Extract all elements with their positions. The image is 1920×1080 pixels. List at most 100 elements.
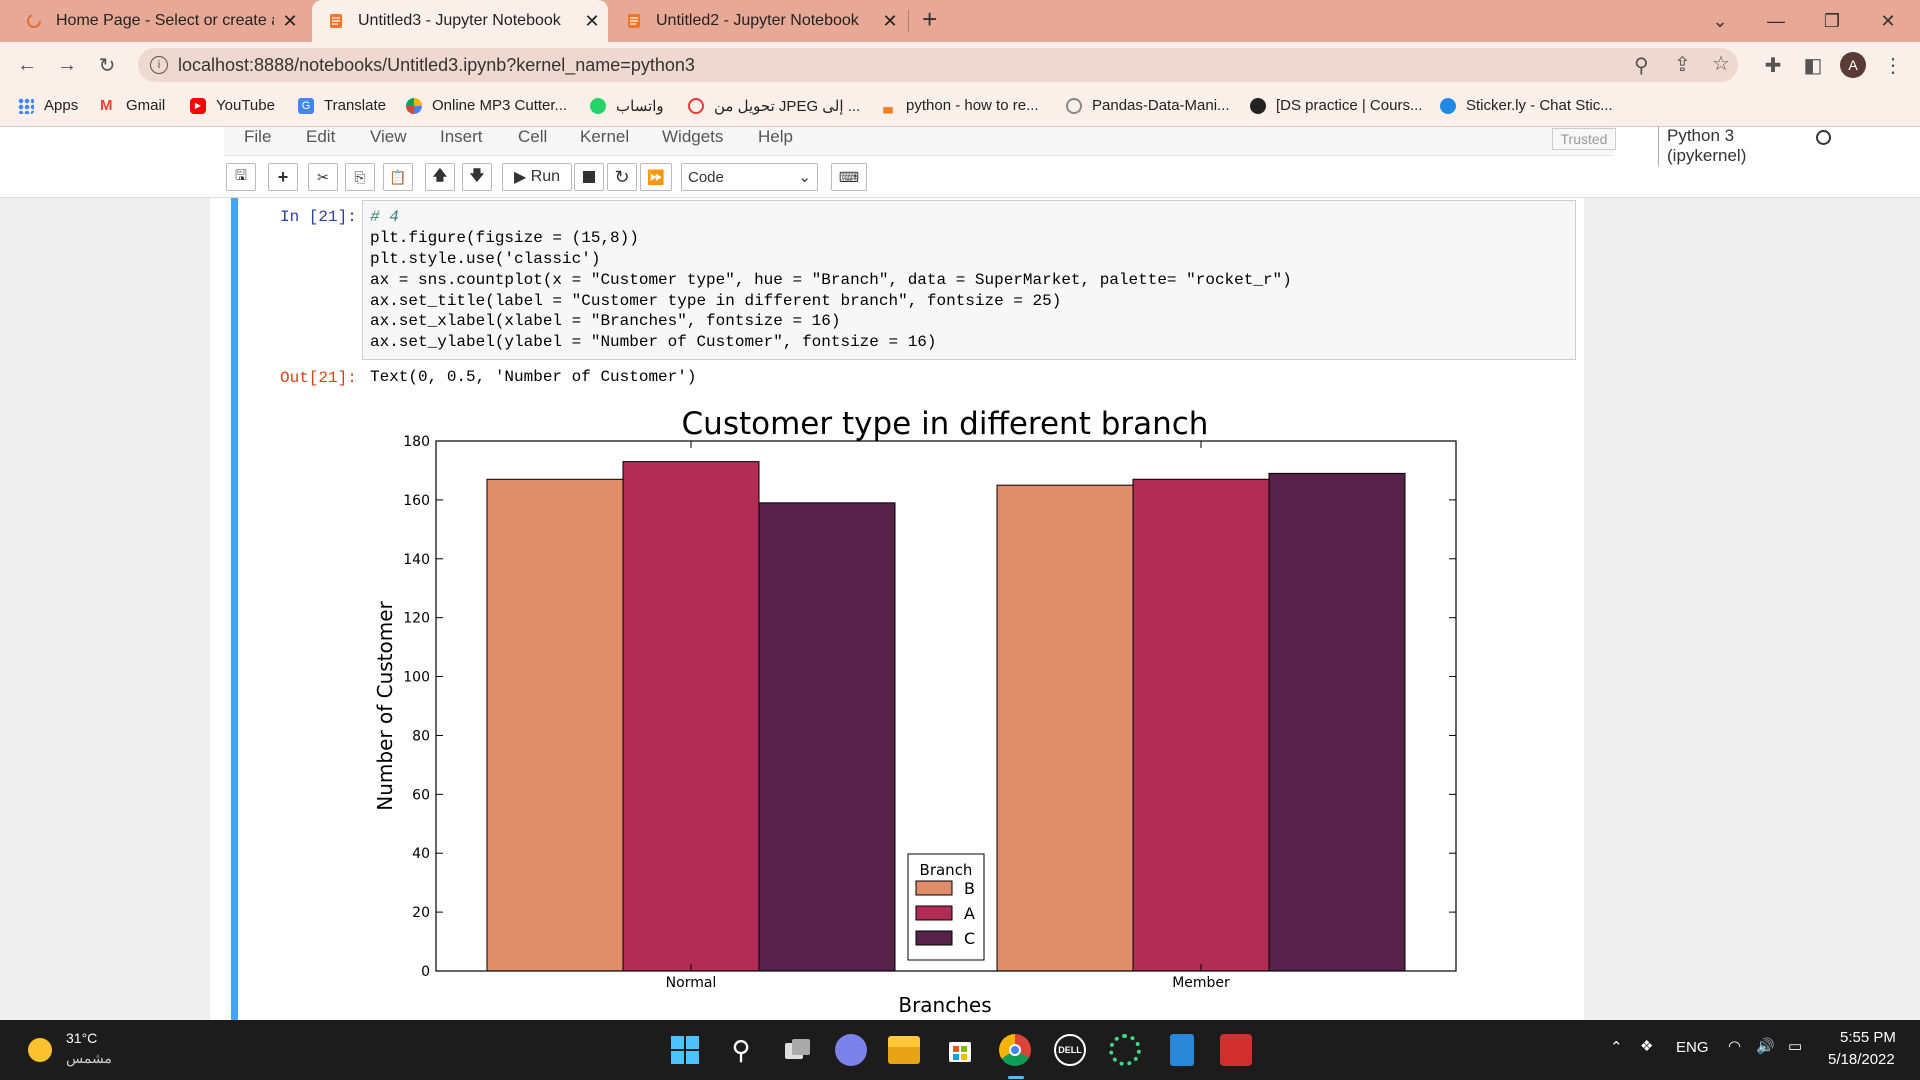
teams-chat-icon[interactable]	[835, 1034, 867, 1066]
trusted-badge[interactable]: Trusted	[1552, 128, 1616, 150]
bookmark-pandas[interactable]: Pandas-Data-Mani...	[1066, 97, 1230, 114]
bookmark-python[interactable]: python - how to re...	[880, 97, 1039, 114]
file-explorer-icon[interactable]	[888, 1036, 920, 1064]
menu-kebab-icon[interactable]: ⋮	[1878, 50, 1908, 80]
bar-normal-c	[758, 502, 896, 972]
menu-cell[interactable]: Cell	[518, 127, 547, 147]
y-tick-label: 160	[403, 493, 430, 509]
x-tick-label: Member	[1172, 975, 1230, 991]
tab-search-icon[interactable]: ⌄	[1700, 6, 1740, 36]
interrupt-button[interactable]	[574, 163, 604, 191]
extensions-icon[interactable]: ✚	[1758, 50, 1788, 80]
tab-home-page[interactable]: Home Page - Select or create a n ✕	[10, 0, 306, 42]
legend-label: A	[964, 904, 975, 923]
reload-icon[interactable]: ↻	[92, 50, 122, 80]
bookmark-label: Gmail	[126, 97, 166, 114]
avatar[interactable]: A	[1840, 52, 1866, 78]
bookmark-jpeg-convert[interactable]: تحويل من JPEG إلى ...	[688, 97, 860, 115]
dell-icon[interactable]: DELL	[1054, 1034, 1086, 1066]
cell-type-select[interactable]: Code ⌄	[681, 163, 818, 191]
menu-help[interactable]: Help	[758, 127, 793, 147]
tab-title: Home Page - Select or create a n	[56, 12, 274, 29]
back-icon[interactable]: ←	[12, 50, 42, 80]
clock-time[interactable]: 5:55 PM	[1840, 1029, 1896, 1046]
zoom-icon[interactable]: ⚲	[1634, 53, 1649, 78]
task-view-icon[interactable]	[781, 1034, 813, 1066]
minimize-icon[interactable]: —	[1756, 6, 1796, 36]
menu-insert[interactable]: Insert	[440, 127, 483, 147]
search-icon[interactable]: ⚲	[725, 1034, 757, 1066]
cut-button[interactable]: ✂	[308, 163, 338, 191]
code-line: # 4	[370, 208, 399, 226]
new-tab-button[interactable]: +	[922, 4, 937, 35]
notepad-icon[interactable]	[1170, 1034, 1194, 1066]
restart-button[interactable]: ↻	[607, 163, 637, 191]
restore-icon[interactable]: ❐	[1812, 6, 1852, 36]
command-palette-button[interactable]: ⌨	[831, 163, 867, 191]
address-bar[interactable]: i localhost:8888/notebooks/Untitled3.ipy…	[138, 48, 1738, 82]
weather-desc[interactable]: مشمس	[66, 1050, 112, 1067]
menu-file[interactable]: File	[244, 127, 271, 147]
paste-button[interactable]: 📋	[383, 163, 413, 191]
apps-grid-icon	[18, 97, 34, 114]
menu-edit[interactable]: Edit	[306, 127, 335, 147]
weather-temp[interactable]: 31°C	[66, 1030, 97, 1046]
bookmark-label: تحويل من JPEG إلى ...	[714, 98, 861, 115]
menu-widgets[interactable]: Widgets	[662, 127, 723, 147]
run-label: Run	[530, 168, 561, 185]
volume-icon[interactable]: 🔊	[1756, 1037, 1775, 1055]
tray-overflow-icon[interactable]: ⌃	[1610, 1038, 1623, 1056]
window-close-icon[interactable]: ✕	[1868, 6, 1908, 36]
copy-button[interactable]: ⎘	[345, 163, 375, 191]
restart-run-all-button[interactable]: ⏩	[640, 163, 672, 191]
fast-forward-icon: ⏩	[647, 168, 665, 185]
acrobat-icon[interactable]	[1220, 1034, 1252, 1066]
bookmark-ds-practice[interactable]: [DS practice | Cours...	[1250, 97, 1422, 114]
bookmark-stickerly[interactable]: Sticker.ly - Chat Stic...	[1440, 97, 1613, 114]
close-icon[interactable]: ✕	[874, 11, 906, 32]
menu-view[interactable]: View	[370, 127, 407, 147]
microsoft-store-icon[interactable]	[944, 1034, 976, 1066]
wifi-icon[interactable]: ◠	[1728, 1037, 1741, 1055]
clock-date[interactable]: 5/18/2022	[1828, 1051, 1895, 1068]
bookmark-youtube[interactable]: ▶ YouTube	[190, 97, 275, 114]
share-icon[interactable]: ⇪	[1674, 52, 1691, 77]
loading-app-icon[interactable]	[1109, 1034, 1141, 1066]
close-icon[interactable]: ✕	[576, 11, 608, 32]
bookmark-whatsapp[interactable]: واتساب	[590, 97, 664, 115]
keyboard-icon: ⌨	[838, 168, 860, 185]
plus-icon: +	[277, 166, 289, 187]
bookmark-gmail[interactable]: M Gmail	[100, 97, 165, 114]
sidepanel-icon[interactable]: ◧	[1798, 50, 1828, 80]
save-button[interactable]: 🖫	[226, 163, 256, 191]
menu-kernel[interactable]: Kernel	[580, 127, 629, 147]
close-icon[interactable]: ✕	[274, 11, 306, 32]
code-input-area[interactable]: # 4 plt.figure(figsize = (15,8)) plt.sty…	[362, 200, 1576, 360]
stickerly-icon	[1440, 97, 1456, 114]
info-icon[interactable]: i	[150, 56, 168, 74]
forward-icon[interactable]: →	[52, 50, 82, 80]
tab-untitled3[interactable]: Untitled3 - Jupyter Notebook ✕	[312, 0, 608, 42]
browser-tab-bar: Home Page - Select or create a n ✕ Untit…	[0, 0, 1920, 42]
kernel-name[interactable]: Python 3 (ipykernel)	[1658, 126, 1746, 166]
url-text[interactable]: localhost:8888/notebooks/Untitled3.ipynb…	[178, 55, 695, 76]
jupyter-icon	[330, 14, 342, 28]
language-indicator[interactable]: ENG	[1676, 1039, 1709, 1056]
tab-untitled2[interactable]: Untitled2 - Jupyter Notebook ✕	[610, 0, 906, 42]
move-up-button[interactable]: 🡅	[425, 163, 455, 191]
bookmark-apps[interactable]: Apps	[18, 97, 78, 114]
move-down-button[interactable]: 🡇	[462, 163, 492, 191]
dropbox-icon[interactable]: ❖	[1640, 1037, 1653, 1055]
run-button[interactable]: ▶ Run	[502, 163, 572, 191]
bookmark-label: Pandas-Data-Mani...	[1092, 97, 1230, 114]
battery-icon[interactable]: ▭	[1788, 1037, 1802, 1055]
save-icon: 🖫	[235, 167, 247, 183]
insert-cell-button[interactable]: +	[268, 163, 298, 191]
legend-swatch	[915, 880, 953, 896]
bookmark-translate[interactable]: G Translate	[298, 97, 386, 114]
chrome-icon[interactable]	[999, 1034, 1031, 1066]
bookmark-mp3-cutter[interactable]: Online MP3 Cutter...	[406, 97, 567, 114]
star-icon[interactable]: ☆	[1712, 51, 1730, 76]
start-windows-icon[interactable]	[669, 1034, 701, 1066]
weather-sun-icon	[28, 1038, 52, 1062]
